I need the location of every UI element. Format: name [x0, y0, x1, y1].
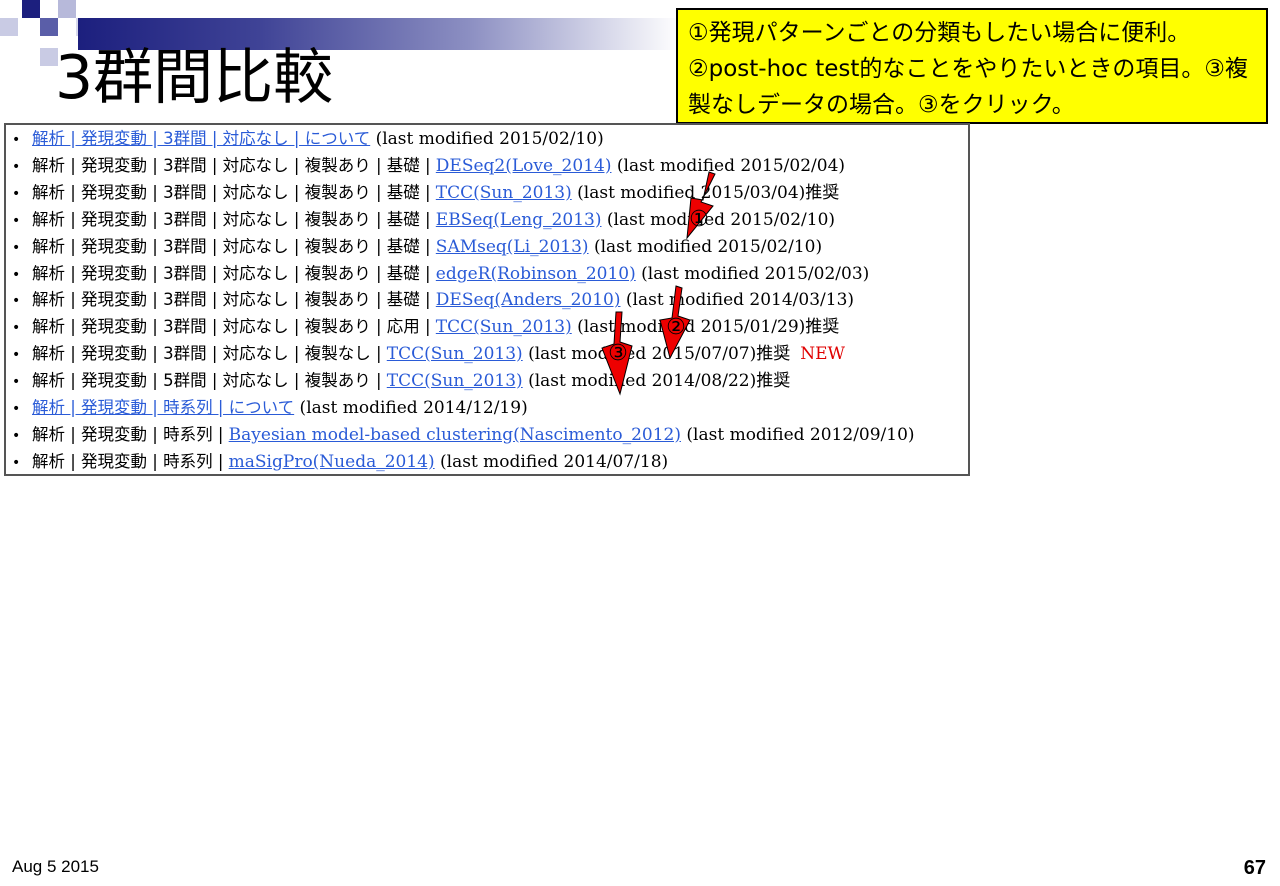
corner-square	[58, 0, 76, 18]
item-path: 解析 | 発現変動 | 5群間 | 対応なし | 複製あり |	[32, 371, 387, 391]
item-modified: (last modified 2014/12/19)	[294, 398, 528, 418]
item-link[interactable]: DESeq2(Love_2014)	[436, 156, 612, 176]
list-item: • 解析 | 発現変動 | 時系列 | Bayesian model-based …	[12, 421, 915, 448]
bullet: •	[12, 212, 21, 229]
bullet: •	[12, 401, 21, 417]
item-path: 解析 | 発現変動 | 3群間 | 対応なし | 複製あり | 基礎 |	[32, 236, 436, 256]
corner-square	[22, 0, 40, 18]
item-link[interactable]: edgeR(Robinson_2010)	[436, 264, 636, 284]
bullet: •	[12, 132, 21, 148]
item-link[interactable]: 解析 | 発現変動 | 3群間 | 対応なし | について	[32, 129, 370, 148]
list-item: • 解析 | 発現変動 | 時系列 | について (last modified 2…	[12, 394, 528, 421]
corner-square	[0, 18, 18, 36]
bullet: •	[12, 347, 21, 364]
item-modified: (last modified 2014/07/18)	[434, 451, 669, 472]
bullet: •	[12, 239, 21, 256]
item-modified: (last modified 2014/08/22)推奨	[522, 371, 791, 392]
list-item: • 解析 | 発現変動 | 時系列 | maSigPro(Nueda_2014) …	[12, 448, 668, 475]
footer-date: Aug 5 2015	[12, 857, 99, 876]
item-link[interactable]: SAMseq(Li_2013)	[436, 237, 589, 257]
item-link[interactable]: TCC(Sun_2013)	[387, 371, 523, 391]
list-item: • 解析 | 発現変動 | 3群間 | 対応なし | 複製あり | 基礎 | DE…	[12, 286, 854, 313]
arrow-1-label: ①	[689, 207, 709, 232]
slide-title: 3群間比較	[55, 43, 334, 113]
page-number: 67	[1243, 857, 1266, 879]
item-path: 解析 | 発現変動 | 3群間 | 対応なし | 複製あり | 基礎 |	[32, 155, 436, 175]
list-item: • 解析 | 発現変動 | 3群間 | 対応なし | 複製なし | TCC(Sun…	[12, 340, 845, 367]
arrow-3: ③	[601, 311, 633, 396]
item-path: 解析 | 発現変動 | 3群間 | 対応なし | 複製あり | 基礎 |	[32, 182, 436, 202]
bullet: •	[12, 185, 21, 202]
list-item: • 解析 | 発現変動 | 3群間 | 対応なし | について (last mod…	[12, 125, 604, 152]
bullet: •	[12, 266, 21, 283]
item-link[interactable]: 解析 | 発現変動 | 時系列 | について	[32, 398, 294, 417]
item-path: 解析 | 発現変動 | 3群間 | 対応なし | 複製あり | 基礎 |	[32, 209, 436, 229]
arrow-1: ①	[686, 171, 716, 240]
arrow-2: ②	[659, 285, 691, 360]
item-path: 解析 | 発現変動 | 3群間 | 対応なし | 複製なし |	[32, 344, 387, 364]
item-modified: (last modified 2012/09/10)	[681, 424, 915, 445]
item-path: 解析 | 発現変動 | 3群間 | 対応なし | 複製あり | 基礎 |	[32, 290, 436, 310]
item-path: 解析 | 発現変動 | 時系列 |	[32, 451, 229, 471]
item-path: 解析 | 発現変動 | 時系列 |	[32, 424, 229, 444]
item-modified: (last modified 2015/02/04)	[611, 155, 846, 176]
item-link[interactable]: TCC(Sun_2013)	[436, 183, 572, 203]
corner-square	[40, 18, 58, 36]
item-modified: (last modified 2015/02/10)	[370, 129, 604, 149]
item-link[interactable]: TCC(Sun_2013)	[387, 344, 523, 364]
list-item: • 解析 | 発現変動 | 3群間 | 対応なし | 複製あり | 基礎 | ed…	[12, 260, 869, 287]
arrow-3-label: ③	[608, 341, 628, 366]
callout-note: ①発現パターンごとの分類もしたい場合に便利。②post-hoc test的なこと…	[676, 8, 1268, 124]
bullet: •	[12, 454, 21, 471]
item-link[interactable]: Bayesian model-based clustering(Nascimen…	[229, 425, 681, 445]
item-link[interactable]: DESeq(Anders_2010)	[436, 290, 621, 310]
item-path: 解析 | 発現変動 | 3群間 | 対応なし | 複製あり | 基礎 |	[32, 263, 436, 283]
arrow-2-label: ②	[666, 315, 686, 340]
page-list-panel: • 解析 | 発現変動 | 3群間 | 対応なし | について (last mod…	[4, 123, 970, 476]
bullet: •	[12, 293, 21, 310]
bullet: •	[12, 320, 21, 337]
list-item: • 解析 | 発現変動 | 3群間 | 対応なし | 複製あり | 応用 | TC…	[12, 313, 839, 340]
new-badge: NEW	[800, 344, 845, 365]
item-link[interactable]: TCC(Sun_2013)	[436, 317, 572, 337]
item-modified: (last modified 2015/02/03)	[635, 263, 870, 284]
bullet: •	[12, 158, 21, 175]
item-link[interactable]: EBSeq(Leng_2013)	[436, 210, 602, 230]
item-link[interactable]: maSigPro(Nueda_2014)	[229, 452, 435, 472]
bullet: •	[12, 427, 21, 444]
bullet: •	[12, 374, 21, 391]
item-path: 解析 | 発現変動 | 3群間 | 対応なし | 複製あり | 応用 |	[32, 317, 436, 337]
